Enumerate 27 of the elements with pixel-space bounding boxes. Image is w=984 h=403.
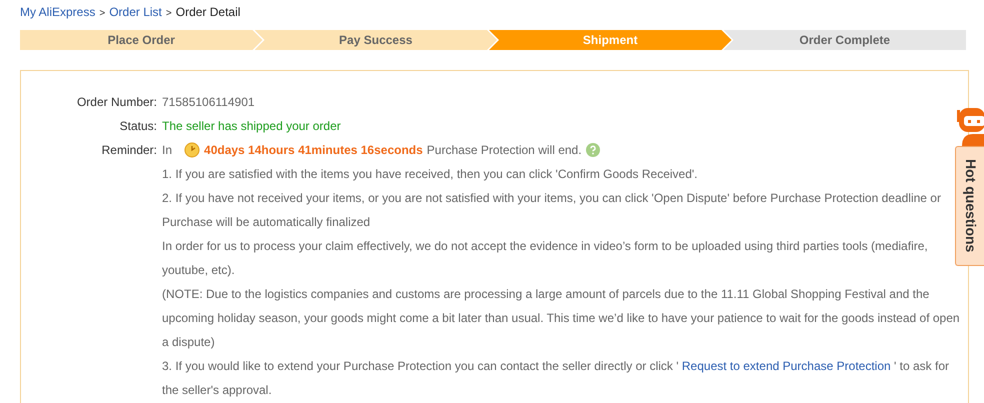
field-label: Order Number: — [76, 95, 157, 109]
breadcrumb-link[interactable]: Order List — [109, 5, 162, 19]
note-paragraph: 1. If you are satisfied with the items you have received, then you can click 'Confirm Goods Received'. — [162, 166, 699, 183]
order-status: The seller has shipped your order — [162, 119, 341, 133]
breadcrumb-separator: > — [99, 8, 106, 19]
progress-step: Shipment — [489, 30, 732, 50]
help-icon[interactable] — [586, 143, 600, 157]
note-paragraph: (NOTE: Due to the logistics companies and customs are processing a large amount of parcels due to the 11.11 Global Shopping Festival and the upcoming holiday season, your goods might come a bit later than usual. This time we’d like to have your patience to wait for the goods instead of open a dispute) — [162, 286, 961, 351]
extend-protection-link[interactable]: Request to extend Purchase Protection — [682, 359, 891, 373]
reminder-text: In — [162, 143, 172, 157]
field-label: Reminder: — [100, 143, 157, 157]
clock-icon — [184, 142, 200, 158]
note-paragraph: In order for us to process your claim effectively, we do not accept the evidence in video’s form to be uploaded using third parties tools (mediafire, youtube, etc). — [162, 238, 929, 279]
progress-step: Place Order — [20, 30, 262, 50]
reminder-text: Purchase Protection will end. — [426, 143, 582, 157]
hot-questions-tab[interactable]: Hot questions — [955, 146, 984, 266]
breadcrumb-current: Order Detail — [176, 5, 240, 19]
progress-step: Order Complete — [724, 30, 966, 50]
field-label: Status: — [118, 119, 157, 133]
robot-icon[interactable] — [955, 108, 984, 146]
breadcrumb-link[interactable]: My AliExpress — [20, 5, 96, 19]
note-paragraph: 2. If you have not received your items, or you are not satisfied with your items, you can click 'Open Dispute' before Purchase Protection deadline or Purchase will be automatically finalized — [162, 190, 942, 231]
order-number: 71585106114901 — [162, 95, 255, 109]
progress-step: Pay Success — [254, 30, 497, 50]
note-paragraph: 3. If you would like to extend your Purchase Protection you can contact the seller directly or click ' Request to extend Purchase Protection ' to ask for the seller's approval. — [162, 358, 950, 399]
countdown: 40days 14hours 41minutes 16seconds — [204, 143, 423, 157]
breadcrumb-separator: > — [166, 8, 172, 19]
